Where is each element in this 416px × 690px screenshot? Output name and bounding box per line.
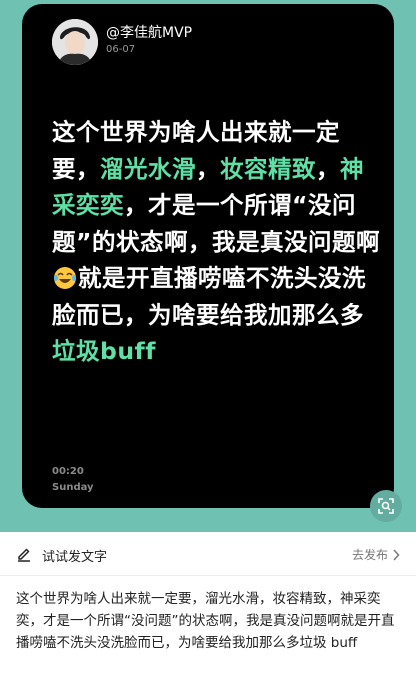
publish-label: 去发布 <box>351 548 388 562</box>
post-time: 00:20 <box>52 466 84 477</box>
try-post-text-label[interactable]: 试试发文字 <box>42 546 107 565</box>
caption-text[interactable]: 这个世界为啥人出来就一定要，溜光水滑，妆容精致，神采奕奕，才是一个所谓“没问题”… <box>16 588 402 654</box>
post-text-part: ， <box>196 154 220 183</box>
post-preview-area: @李佳航MVP 06-07 这个世界为啥人出来就一定要，溜光水滑，妆容精致，神采… <box>0 0 416 532</box>
post-text-part: 就是开直播唠嗑不洗头没洗脸而已，为啥要给我加那么多 <box>52 264 366 329</box>
edit-pen-icon <box>16 546 32 566</box>
post-weekday: Sunday <box>52 482 94 493</box>
publish-link[interactable]: 去发布 <box>352 546 400 563</box>
post-text: 这个世界为啥人出来就一定要，溜光水滑，妆容精致，神采奕奕，才是一个所谓“没问题”… <box>52 114 380 370</box>
post-text-highlight: 溜光水滑 <box>100 154 196 183</box>
avatar-photo-icon <box>52 19 98 65</box>
laughing-crying-emoji-icon <box>53 264 77 289</box>
lens-search-icon <box>378 498 394 514</box>
chevron-right-icon <box>393 548 400 561</box>
action-bar: 试试发文字 去发布 <box>0 532 416 576</box>
post-text-highlight: 垃圾buff <box>52 337 156 365</box>
post-card: @李佳航MVP 06-07 这个世界为啥人出来就一定要，溜光水滑，妆容精致，神采… <box>22 4 394 508</box>
post-text-highlight: 妆容精致 <box>220 154 316 183</box>
post-date: 06-07 <box>106 44 136 55</box>
avatar[interactable] <box>52 19 98 65</box>
lens-search-button[interactable] <box>370 490 402 522</box>
post-text-part: ， <box>316 154 340 183</box>
username[interactable]: @李佳航MVP <box>106 22 192 42</box>
